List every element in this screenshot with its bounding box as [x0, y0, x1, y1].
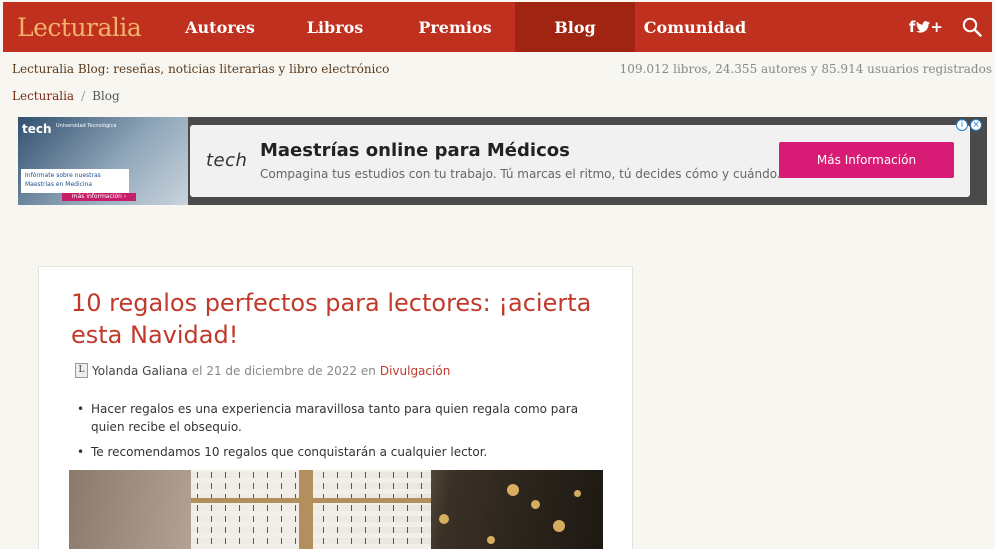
article-title[interactable]: 10 regalos perfectos para lectores: ¡aci…	[71, 287, 616, 351]
top-navigation: Lecturalia Autores Libros Premios Blog C…	[3, 2, 992, 52]
site-logo[interactable]: Lecturalia	[3, 13, 165, 42]
ad-brand-logo: tech	[206, 150, 248, 171]
list-item: Hacer regalos es una experiencia maravil…	[77, 400, 597, 436]
nav-item-premios[interactable]: Premios	[395, 2, 515, 52]
bokeh-light	[487, 536, 495, 544]
breadcrumb-current: Blog	[92, 89, 120, 103]
site-stats: 109.012 libros, 24.355 autores y 85.914 …	[619, 62, 992, 76]
nav-item-blog[interactable]: Blog	[515, 2, 635, 52]
nav-item-comunidad[interactable]: Comunidad	[635, 2, 755, 52]
advertisement-banner[interactable]: tech Universidad Tecnológica Infórmate s…	[18, 117, 987, 205]
article-byline: L Yolanda Galiana el 21 de diciembre de …	[75, 363, 450, 378]
ad-info-icon[interactable]: i	[956, 118, 968, 131]
bokeh-light	[553, 520, 565, 532]
twitter-icon[interactable]	[916, 21, 931, 33]
ad-card[interactable]: tech Maestrías online para Médicos Compa…	[190, 125, 970, 197]
page: Lecturalia Autores Libros Premios Blog C…	[0, 0, 995, 549]
ad-left-more-button[interactable]: más información ›	[62, 193, 136, 201]
ad-more-info-button[interactable]: Más Información	[779, 142, 954, 178]
article-date: el 21 de diciembre de 2022 en	[191, 363, 376, 378]
ad-left-brand: tech	[22, 122, 52, 136]
facebook-icon[interactable]: f	[909, 18, 917, 36]
article-category-link[interactable]: Divulgación	[380, 364, 450, 378]
adchoices[interactable]: i ×	[956, 118, 986, 131]
search-icon[interactable]	[962, 17, 982, 37]
ad-description: Compagina tus estudios con tu trabajo. T…	[260, 167, 781, 181]
list-item: Te recomendamos 10 regalos que conquista…	[77, 443, 597, 461]
article-summary-list: Hacer regalos es una experiencia maravil…	[77, 400, 597, 468]
article-card: 10 regalos perfectos para lectores: ¡aci…	[38, 266, 633, 549]
ad-left-image[interactable]: tech Universidad Tecnológica Infórmate s…	[18, 117, 188, 205]
site-tagline: Lecturalia Blog: reseñas, noticias liter…	[12, 62, 390, 76]
article-author[interactable]: Yolanda Galiana	[92, 364, 188, 378]
breadcrumb-home-link[interactable]: Lecturalia	[12, 89, 74, 103]
breadcrumb: Lecturalia / Blog	[12, 89, 120, 103]
ad-left-brand-sub: Universidad Tecnológica	[56, 123, 117, 129]
article-hero-image	[69, 470, 603, 549]
bokeh-light	[574, 490, 581, 497]
bokeh-light	[439, 514, 449, 524]
social-links: f +	[909, 18, 944, 36]
author-avatar-icon: L	[75, 363, 88, 378]
bokeh-light	[531, 500, 540, 509]
gift-ribbon-vertical	[299, 470, 313, 549]
nav-item-libros[interactable]: Libros	[275, 2, 395, 52]
bokeh-light	[507, 484, 519, 496]
breadcrumb-separator: /	[81, 89, 86, 103]
ad-title[interactable]: Maestrías online para Médicos	[260, 140, 570, 161]
googleplus-icon[interactable]: +	[930, 18, 944, 36]
nav-item-autores[interactable]: Autores	[165, 2, 275, 52]
ad-close-icon[interactable]: ×	[970, 118, 982, 131]
nav-right-group: f +	[909, 17, 992, 37]
gift-ribbon-horizontal	[191, 498, 431, 503]
ad-left-info: Infórmate sobre nuestras Maestrías en Me…	[21, 169, 129, 193]
